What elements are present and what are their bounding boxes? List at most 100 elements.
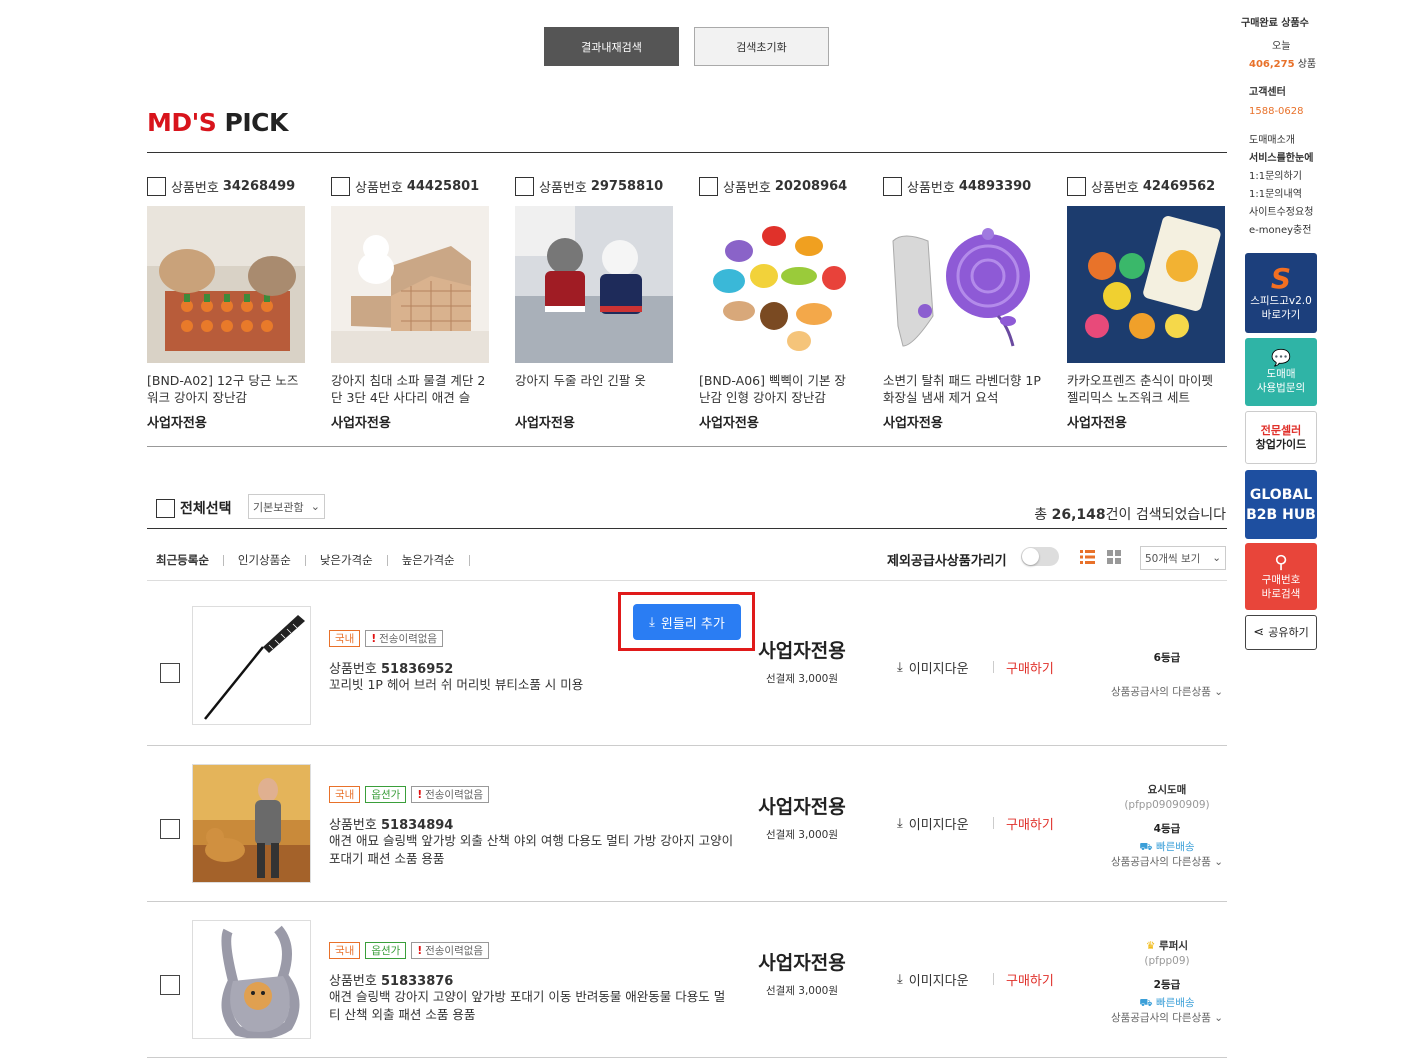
- search-icon: ⚲: [1274, 551, 1288, 573]
- mds-pick-item[interactable]: 상품번호 34268499 [BND-A02] 12구 당근 노즈워크 강아지 …: [147, 176, 305, 431]
- mds-pick-item[interactable]: 상품번호 20208964 [BND-A06] 삑삑이 기본 장난감 인형 강아…: [699, 176, 857, 431]
- product-number: 51833876: [380, 974, 454, 989]
- product-number-label: 상품번호: [907, 180, 955, 196]
- mds-pick-item[interactable]: 상품번호 44425801 강아지 침대 소파 물결 계단 2단 3단 4단 사…: [331, 176, 489, 431]
- separator: [993, 973, 994, 985]
- sidebar-link-site-request[interactable]: 사이트수정요청: [1249, 204, 1313, 222]
- seller-id: (pfpp09): [1144, 955, 1190, 967]
- product-thumbnail[interactable]: [192, 920, 311, 1039]
- product-image[interactable]: [515, 206, 673, 363]
- chevron-down-icon: ⌄: [1214, 686, 1224, 698]
- sort-recent[interactable]: 최근등록순: [156, 552, 223, 568]
- other-products-label: 상품공급사의 다른상품: [1110, 856, 1211, 868]
- product-name[interactable]: [BND-A02] 12구 당근 노즈워크 강아지 장난감: [147, 372, 305, 406]
- sort-low-price[interactable]: 낮은가격순: [306, 552, 387, 568]
- truck-icon: ⛟: [1139, 841, 1153, 853]
- product-name[interactable]: 소변기 탈취 패드 라벤더향 1P 화장실 냄새 제거 요석: [883, 372, 1041, 406]
- tag-domestic: 국내: [329, 786, 361, 803]
- product-row: 국내 옵션가 ! 전송이력없음 상품번호 51833876 애견 슬링백 강아지 …: [147, 902, 1227, 1058]
- chevron-down-icon: ⌄: [1214, 1012, 1224, 1024]
- product-name[interactable]: 애견 슬링백 강아지 고양이 앞가방 포대기 이동 반려동물 애완동물 다용도 …: [329, 988, 734, 1024]
- chevron-down-icon: ⌄: [310, 500, 320, 513]
- product-name[interactable]: 강아지 침대 소파 물결 계단 2단 3단 4단 사다리 애견 슬: [331, 372, 489, 406]
- select-all-label: 전체선택: [180, 501, 232, 517]
- product-image[interactable]: [699, 206, 857, 363]
- share-button[interactable]: ⋖ 공유하기: [1245, 615, 1317, 650]
- mds-pick-item[interactable]: 상품번호 29758810 강아지 두줄 라인 긴팔 옷 사업자전용: [515, 176, 673, 431]
- mds-pick-item[interactable]: 상품번호 44893390 소변기 탈취 패드 라벤더향 1P 화장실 냄새 제…: [883, 176, 1041, 431]
- image-download-button[interactable]: ⤓ 이미지다운: [897, 970, 969, 989]
- mds-pick-item[interactable]: 상품번호 42469562 카카오프렌즈 춘식이 마이펫 젤리믹스 노즈워크 세…: [1067, 176, 1225, 431]
- order-search-tile[interactable]: ⚲ 구매번호 바로검색: [1245, 543, 1317, 610]
- add-windley-button[interactable]: ⤓ 윈들리 추가: [633, 604, 741, 640]
- sidebar-link-intro[interactable]: 도매매소개: [1249, 132, 1313, 150]
- seller-grade: 2등급: [1153, 979, 1181, 991]
- product-image[interactable]: [331, 206, 489, 363]
- sort-high-price[interactable]: 높은가격순: [388, 552, 469, 568]
- chevron-down-icon: ⌄: [1214, 856, 1224, 868]
- mds-pick-checkbox[interactable]: [515, 176, 534, 196]
- storage-select[interactable]: 기본보관함 ⌄: [248, 494, 325, 519]
- separator: [993, 661, 994, 673]
- other-products-link[interactable]: 상품공급사의 다른상품 ⌄: [1107, 1011, 1227, 1026]
- product-number-label: 상품번호: [355, 180, 403, 196]
- seller-grade: 4등급: [1153, 823, 1181, 835]
- top-button-group: 결과내재검색 검색초기화: [544, 27, 829, 66]
- buy-button[interactable]: 구매하기: [1006, 970, 1054, 989]
- divider: [147, 580, 1227, 581]
- sort-popular[interactable]: 인기상품순: [224, 552, 305, 568]
- image-download-button[interactable]: ⤓ 이미지다운: [897, 814, 969, 833]
- grid-view-icon[interactable]: [1107, 550, 1121, 564]
- product-name[interactable]: [BND-A06] 삑삑이 기본 장난감 인형 강아지 장난감: [699, 372, 857, 406]
- seller-guide-tile[interactable]: 전문셀러 창업가이드: [1245, 411, 1317, 464]
- mds-pick-checkbox[interactable]: [883, 176, 902, 196]
- sidebar-link-inquiry[interactable]: 1:1문의하기: [1249, 168, 1313, 186]
- storage-select-value: 기본보관함: [253, 500, 304, 514]
- mds-pick-checkbox[interactable]: [699, 176, 718, 196]
- sidebar-link-overview[interactable]: 서비스를한눈에: [1249, 150, 1313, 168]
- product-name[interactable]: 강아지 두줄 라인 긴팔 옷: [515, 372, 673, 406]
- mds-pick-header: 상품번호 29758810: [515, 176, 673, 196]
- mds-pick-checkbox[interactable]: [1067, 176, 1086, 196]
- mds-pick-header: 상품번호 44425801: [331, 176, 489, 196]
- product-thumbnail[interactable]: [192, 606, 311, 725]
- select-all[interactable]: 전체선택: [156, 498, 232, 518]
- product-image[interactable]: [1067, 206, 1225, 363]
- product-name[interactable]: 애견 애묘 슬링백 앞가방 외출 산책 야외 여행 다용도 멀티 가방 강아지 …: [329, 832, 734, 868]
- mds-pick-checkbox[interactable]: [147, 176, 166, 196]
- sidebar-link-emoney[interactable]: e-money충전: [1249, 222, 1313, 240]
- buy-button[interactable]: 구매하기: [1006, 658, 1054, 677]
- total-prefix: 총: [1034, 507, 1048, 523]
- seller-name[interactable]: ♛ 루퍼시: [1107, 938, 1227, 953]
- reset-search-button[interactable]: 검색초기화: [694, 27, 829, 66]
- product-thumbnail[interactable]: [192, 764, 311, 883]
- buy-button[interactable]: 구매하기: [1006, 814, 1054, 833]
- product-checkbox[interactable]: [160, 975, 180, 995]
- product-tags: 국내 ! 전송이력없음: [329, 630, 444, 647]
- other-products-link[interactable]: 상품공급사의 다른상품 ⌄: [1107, 685, 1227, 700]
- download-icon: ⤓: [649, 614, 655, 630]
- list-view-icon[interactable]: [1080, 550, 1095, 564]
- image-download-button[interactable]: ⤓ 이미지다운: [897, 658, 969, 677]
- other-products-link[interactable]: 상품공급사의 다른상품 ⌄: [1107, 855, 1227, 870]
- product-image[interactable]: [147, 206, 305, 363]
- exclude-supplier-toggle[interactable]: [1021, 547, 1059, 566]
- mds-pick-checkbox[interactable]: [331, 176, 350, 196]
- product-name[interactable]: 카카오프렌즈 춘식이 마이펫 젤리믹스 노즈워크 세트: [1067, 372, 1225, 406]
- select-all-checkbox[interactable]: [156, 498, 175, 518]
- total-count-text: 총 26,148건이 검색되었습니다: [1034, 504, 1226, 524]
- sidebar-link-inquiry-history[interactable]: 1:1문의내역: [1249, 186, 1313, 204]
- product-checkbox[interactable]: [160, 819, 180, 839]
- seller-name[interactable]: 요시도매: [1107, 782, 1227, 797]
- global-label-1: GLOBAL: [1249, 486, 1313, 503]
- per-page-select[interactable]: 50개씩 보기 ⌄: [1140, 546, 1226, 570]
- search-within-button[interactable]: 결과내재검색: [544, 27, 679, 66]
- global-b2b-hub-tile[interactable]: GLOBAL B2B HUB: [1245, 470, 1317, 539]
- product-image[interactable]: [883, 206, 1041, 363]
- usage-inquiry-tile[interactable]: 💬 도매매 사용법문의: [1245, 338, 1317, 406]
- customer-phone: 1588-0628: [1249, 106, 1304, 117]
- product-number-label: 상품번호: [329, 662, 377, 677]
- product-checkbox[interactable]: [160, 663, 180, 683]
- speedgo-tile[interactable]: S 스피드고v2.0 바로가기: [1245, 253, 1317, 333]
- product-name[interactable]: 꼬리빗 1P 헤어 브러 쉬 머리빗 뷰티소품 시 미용: [329, 676, 734, 694]
